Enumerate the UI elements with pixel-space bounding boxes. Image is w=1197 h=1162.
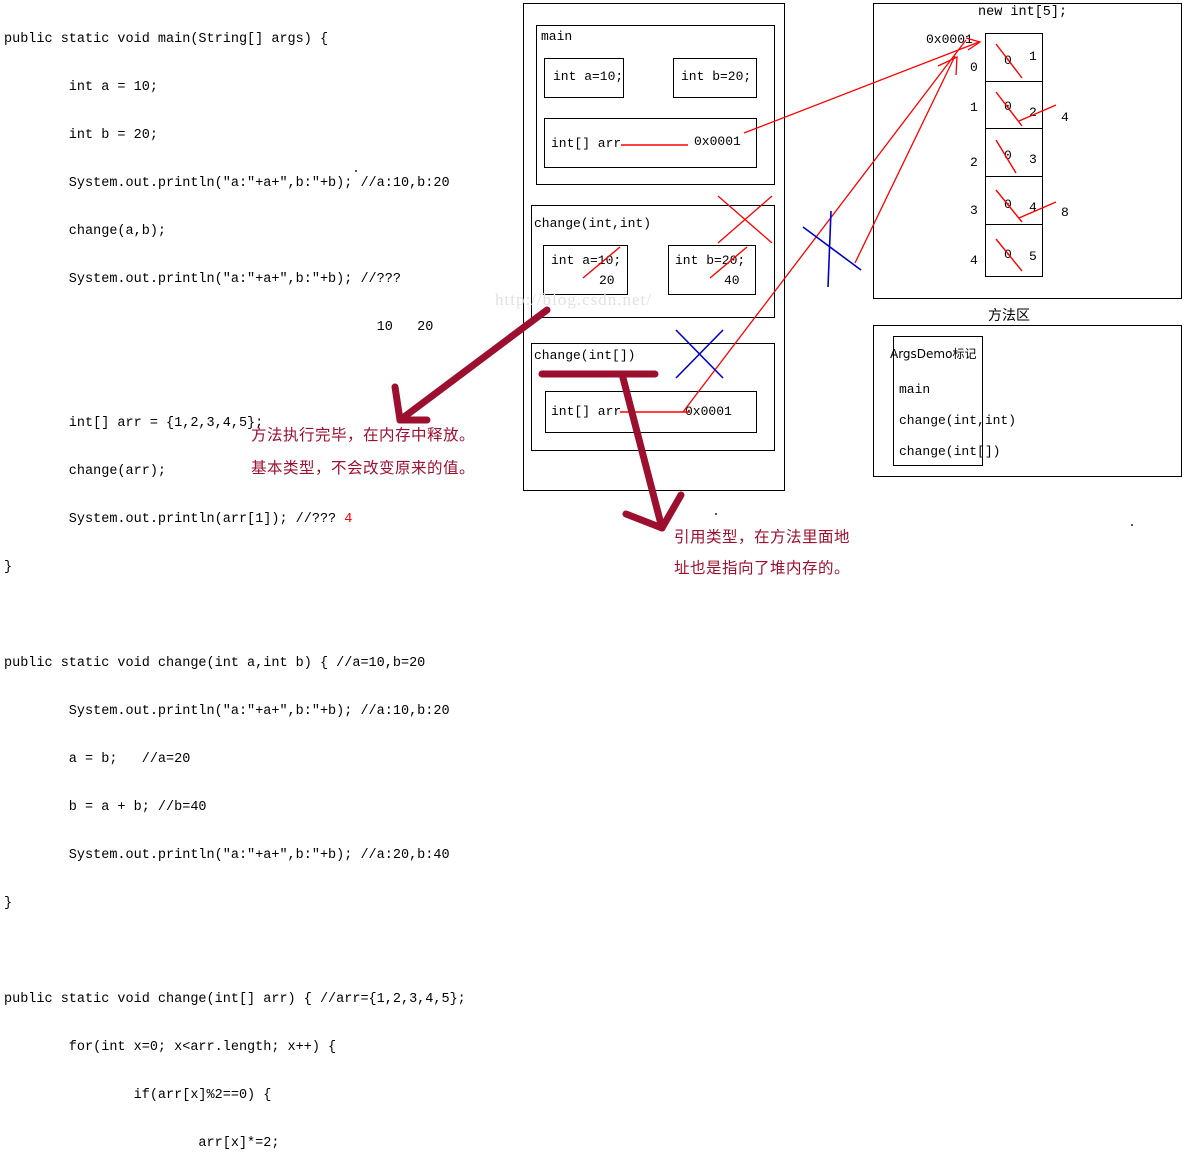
code-line: System.out.println("a:"+a+",b:"+b); //a:… bbox=[4, 704, 450, 719]
callout-arrow-left-shaft bbox=[396, 306, 551, 424]
strike-mark-star-v bbox=[827, 210, 832, 288]
pointer-arrow-main-to-heap bbox=[743, 41, 980, 134]
strike-array-value-3 bbox=[1018, 201, 1057, 219]
strike-array-zero-4 bbox=[995, 238, 1023, 272]
strike-mark-star-d bbox=[802, 226, 862, 271]
strike-array-zero-3 bbox=[995, 189, 1023, 223]
pointer-arrow-secondary-to-heap bbox=[854, 55, 956, 264]
code-line: } bbox=[4, 896, 13, 911]
code-line: if(arr[x]%2==0) { bbox=[4, 1088, 272, 1103]
code-line: for(int x=0; x<arr.length; x++) { bbox=[4, 1040, 337, 1055]
callout-arrow-bottom-shaft bbox=[618, 370, 666, 532]
code-line: b = a + b; //b=40 bbox=[4, 800, 207, 815]
strike-array-value-1 bbox=[1018, 104, 1057, 122]
callout-arrow-bottom-head-b bbox=[658, 491, 685, 532]
annotation-overlay bbox=[391, 37, 1057, 532]
code-line: public static void change(int a,int b) {… bbox=[4, 656, 426, 671]
pointer-arrow-frame3-to-heap bbox=[682, 39, 967, 413]
code-line: a = b; //a=20 bbox=[4, 752, 191, 767]
strike-value-b bbox=[709, 246, 748, 279]
callout-arrow-left-head-a bbox=[391, 383, 404, 424]
code-line: System.out.println("a:"+a+",b:"+b); //a:… bbox=[4, 848, 450, 863]
code-line: public static void change(int[] arr) { /… bbox=[4, 992, 466, 1007]
code-line: arr[x]*=2; bbox=[4, 1136, 280, 1151]
strike-array-zero-1 bbox=[995, 91, 1023, 127]
strike-array-zero-0 bbox=[995, 43, 1023, 79]
strike-value-a bbox=[582, 246, 621, 279]
strike-array-zero-2 bbox=[995, 139, 1017, 174]
